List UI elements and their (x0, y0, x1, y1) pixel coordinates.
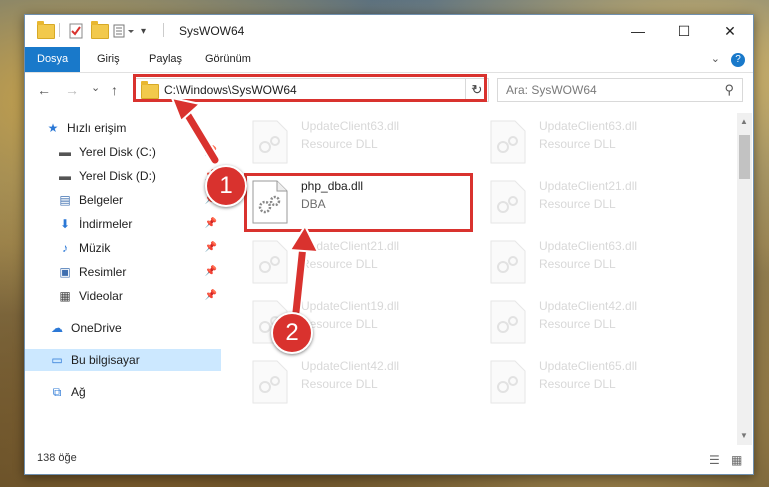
step-2-badge: 2 (271, 312, 313, 354)
annotation-arrows (170, 96, 320, 318)
arrow-step-2 (288, 223, 320, 318)
step-1-badge: 1 (205, 165, 247, 207)
arrow-step-1 (170, 96, 221, 166)
